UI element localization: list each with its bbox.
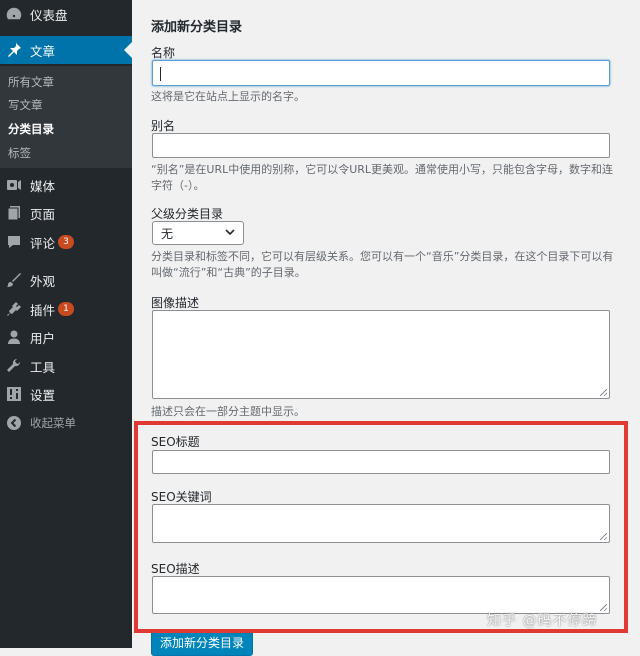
comment-count-badge: 3 (58, 235, 75, 249)
resize-handle[interactable] (600, 389, 607, 396)
slug-label: 别名 (151, 119, 176, 133)
parent-category-selected: 无 (161, 226, 174, 241)
sidebar-item-label: 插件 (30, 302, 56, 318)
sidebar-item-label: 文章 (30, 43, 56, 59)
sidebar-item-settings[interactable]: 设置 (0, 380, 132, 408)
name-description: 这将是它在站点上显示的名字。 (151, 90, 305, 103)
sidebar-item-users[interactable]: 用户 (0, 323, 132, 351)
submenu-all-posts[interactable]: 所有文章 (8, 74, 54, 90)
user-icon (6, 329, 22, 345)
sidebar-item-label: 用户 (30, 330, 56, 346)
admin-sidebar: 仪表盘 文章 所有文章 写文章 分类目录 标签 媒体 页面 评论 3 外观 插件… (0, 0, 132, 648)
seo-keywords-label: SEO关键词 (151, 490, 212, 504)
image-description-help: 描述只会在一部分主题中显示。 (151, 405, 305, 418)
plugin-update-badge: 1 (58, 302, 75, 316)
settings-icon (6, 386, 22, 402)
chevron-down-icon (224, 226, 236, 241)
sidebar-item-tools[interactable]: 工具 (0, 352, 132, 380)
plugin-icon (6, 301, 22, 317)
seo-description-textarea[interactable] (152, 576, 610, 614)
add-category-button[interactable]: 添加新分类目录 (151, 630, 254, 656)
seo-title-label: SEO标题 (151, 435, 200, 449)
submenu-categories[interactable]: 分类目录 (8, 121, 54, 137)
sidebar-item-comments[interactable]: 评论 3 (0, 228, 132, 256)
sidebar-item-label: 页面 (30, 206, 56, 222)
sidebar-item-label: 收起菜单 (30, 416, 76, 430)
sidebar-item-label: 外观 (30, 273, 56, 289)
sidebar-item-plugins[interactable]: 插件 1 (0, 295, 132, 323)
posts-submenu: 所有文章 写文章 分类目录 标签 (0, 66, 132, 168)
seo-description-label: SEO描述 (151, 562, 200, 576)
seo-title-input[interactable] (152, 450, 610, 474)
sidebar-item-media[interactable]: 媒体 (0, 171, 132, 199)
parent-category-select[interactable]: 无 (152, 221, 244, 245)
sidebar-item-pages[interactable]: 页面 (0, 199, 132, 227)
parent-category-description: 分类目录和标签不同，它可以有层级关系。您可以有一个“音乐”分类目录，在这个目录下… (151, 250, 614, 279)
submenu-tags[interactable]: 标签 (8, 145, 31, 161)
image-description-textarea[interactable] (152, 310, 610, 399)
sidebar-item-label: 仪表盘 (30, 7, 68, 23)
sidebar-item-label: 评论 (30, 235, 56, 251)
name-input[interactable] (152, 60, 610, 86)
resize-handle[interactable] (600, 533, 607, 540)
resize-handle[interactable] (600, 604, 607, 611)
sidebar-item-label: 设置 (30, 387, 56, 403)
dashboard-icon (6, 6, 22, 22)
sidebar-item-label: 媒体 (30, 178, 56, 194)
add-category-form: 添加新分类目录 名称 这将是它在站点上显示的名字。 别名 “别名”是在URL中使… (132, 0, 640, 656)
slug-input[interactable] (152, 133, 610, 158)
form-heading: 添加新分类目录 (151, 20, 243, 35)
image-description-label: 图像描述 (151, 296, 200, 310)
page-icon (6, 205, 22, 221)
sidebar-item-posts[interactable]: 文章 (0, 36, 132, 64)
submenu-write-post[interactable]: 写文章 (8, 97, 43, 113)
pushpin-icon (6, 42, 22, 58)
text-cursor (160, 67, 161, 81)
media-icon (6, 177, 22, 193)
wrench-icon (6, 358, 22, 374)
appearance-icon (6, 272, 22, 288)
collapse-menu-button[interactable]: 收起菜单 (0, 409, 132, 437)
sidebar-item-dashboard[interactable]: 仪表盘 (0, 0, 132, 28)
slug-description: “别名”是在URL中使用的别称，它可以令URL更美观。通常使用小写，只能包含字母… (151, 163, 614, 192)
collapse-icon (6, 415, 22, 431)
comment-icon (6, 234, 22, 250)
sidebar-item-label: 工具 (30, 359, 56, 375)
watermark-text: 知乎 @码不停蹄 (487, 613, 598, 629)
name-label: 名称 (151, 46, 176, 60)
parent-category-label: 父级分类目录 (151, 207, 224, 221)
seo-keywords-textarea[interactable] (152, 504, 610, 543)
sidebar-item-appearance[interactable]: 外观 (0, 266, 132, 294)
